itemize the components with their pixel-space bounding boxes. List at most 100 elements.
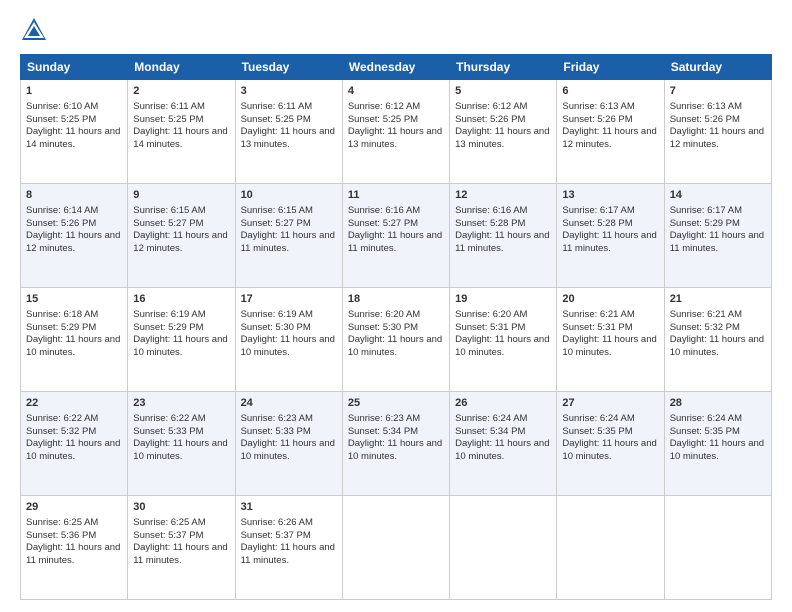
daylight-text: Daylight: 11 hours and 13 minutes. bbox=[241, 126, 337, 152]
day-number: 23 bbox=[133, 396, 229, 411]
day-cell: 4Sunrise: 6:12 AMSunset: 5:25 PMDaylight… bbox=[342, 80, 449, 184]
sunset-text: Sunset: 5:25 PM bbox=[133, 114, 229, 127]
day-number: 9 bbox=[133, 188, 229, 203]
day-cell: 3Sunrise: 6:11 AMSunset: 5:25 PMDaylight… bbox=[235, 80, 342, 184]
sunset-text: Sunset: 5:26 PM bbox=[26, 218, 122, 231]
sunset-text: Sunset: 5:25 PM bbox=[241, 114, 337, 127]
sunrise-text: Sunrise: 6:24 AM bbox=[562, 413, 658, 426]
day-cell: 27Sunrise: 6:24 AMSunset: 5:35 PMDayligh… bbox=[557, 392, 664, 496]
sunset-text: Sunset: 5:30 PM bbox=[241, 322, 337, 335]
logo-icon bbox=[20, 16, 48, 44]
header-cell-friday: Friday bbox=[557, 55, 664, 80]
sunrise-text: Sunrise: 6:12 AM bbox=[348, 101, 444, 114]
day-cell: 29Sunrise: 6:25 AMSunset: 5:36 PMDayligh… bbox=[21, 496, 128, 600]
day-cell: 14 Sunrise: 6:17 AMSunset: 5:29 PMDayligh… bbox=[664, 184, 771, 288]
daylight-text: Daylight: 11 hours and 11 minutes. bbox=[455, 230, 551, 256]
daylight-text: Daylight: 11 hours and 10 minutes. bbox=[241, 334, 337, 360]
day-number: 26 bbox=[455, 396, 551, 411]
sunrise-text: Sunrise: 6:25 AM bbox=[133, 517, 229, 530]
week-row: 1Sunrise: 6:10 AMSunset: 5:25 PMDaylight… bbox=[21, 80, 772, 184]
daylight-text: Daylight: 11 hours and 10 minutes. bbox=[562, 334, 658, 360]
sunset-text: Sunset: 5:32 PM bbox=[26, 426, 122, 439]
sunrise-text: Sunrise: 6:17 AM bbox=[670, 205, 766, 218]
day-cell bbox=[664, 496, 771, 600]
sunset-text: Sunset: 5:27 PM bbox=[348, 218, 444, 231]
day-number: 22 bbox=[26, 396, 122, 411]
sunset-text: Sunset: 5:33 PM bbox=[241, 426, 337, 439]
day-cell: 30Sunrise: 6:25 AMSunset: 5:37 PMDayligh… bbox=[128, 496, 235, 600]
sunset-text: Sunset: 5:29 PM bbox=[670, 218, 766, 231]
sunset-text: Sunset: 5:32 PM bbox=[670, 322, 766, 335]
header-cell-thursday: Thursday bbox=[450, 55, 557, 80]
sunrise-text: Sunrise: 6:13 AM bbox=[670, 101, 766, 114]
header-cell-sunday: Sunday bbox=[21, 55, 128, 80]
day-number: 18 bbox=[348, 292, 444, 307]
sunset-text: Sunset: 5:27 PM bbox=[133, 218, 229, 231]
sunset-text: Sunset: 5:30 PM bbox=[348, 322, 444, 335]
day-number: 2 bbox=[133, 84, 229, 99]
day-cell: 25Sunrise: 6:23 AMSunset: 5:34 PMDayligh… bbox=[342, 392, 449, 496]
daylight-text: Daylight: 11 hours and 14 minutes. bbox=[26, 126, 122, 152]
daylight-text: Daylight: 11 hours and 14 minutes. bbox=[133, 126, 229, 152]
day-number: 8 bbox=[26, 188, 122, 203]
day-cell: 21Sunrise: 6:21 AMSunset: 5:32 PMDayligh… bbox=[664, 288, 771, 392]
day-number: 17 bbox=[241, 292, 337, 307]
day-number: 1 bbox=[26, 84, 122, 99]
day-cell: 1Sunrise: 6:10 AMSunset: 5:25 PMDaylight… bbox=[21, 80, 128, 184]
day-number: 5 bbox=[455, 84, 551, 99]
sunrise-text: Sunrise: 6:20 AM bbox=[455, 309, 551, 322]
sunset-text: Sunset: 5:29 PM bbox=[133, 322, 229, 335]
daylight-text: Daylight: 11 hours and 12 minutes. bbox=[562, 126, 658, 152]
header-cell-tuesday: Tuesday bbox=[235, 55, 342, 80]
sunrise-text: Sunrise: 6:22 AM bbox=[26, 413, 122, 426]
day-cell: 18Sunrise: 6:20 AMSunset: 5:30 PMDayligh… bbox=[342, 288, 449, 392]
day-number: 30 bbox=[133, 500, 229, 515]
logo bbox=[20, 16, 54, 44]
daylight-text: Daylight: 11 hours and 11 minutes. bbox=[241, 542, 337, 568]
sunrise-text: Sunrise: 6:15 AM bbox=[241, 205, 337, 218]
day-cell: 9Sunrise: 6:15 AMSunset: 5:27 PMDaylight… bbox=[128, 184, 235, 288]
daylight-text: Daylight: 11 hours and 10 minutes. bbox=[133, 438, 229, 464]
day-number: 20 bbox=[562, 292, 658, 307]
sunrise-text: Sunrise: 6:19 AM bbox=[241, 309, 337, 322]
day-number: 6 bbox=[562, 84, 658, 99]
top-section bbox=[20, 16, 772, 44]
sunrise-text: Sunrise: 6:20 AM bbox=[348, 309, 444, 322]
daylight-text: Daylight: 11 hours and 10 minutes. bbox=[455, 438, 551, 464]
sunset-text: Sunset: 5:37 PM bbox=[241, 530, 337, 543]
daylight-text: Daylight: 11 hours and 11 minutes. bbox=[348, 230, 444, 256]
day-cell: 26Sunrise: 6:24 AMSunset: 5:34 PMDayligh… bbox=[450, 392, 557, 496]
daylight-text: Daylight: 11 hours and 11 minutes. bbox=[670, 230, 766, 256]
day-cell bbox=[342, 496, 449, 600]
sunrise-text: Sunrise: 6:11 AM bbox=[241, 101, 337, 114]
day-cell: 19Sunrise: 6:20 AMSunset: 5:31 PMDayligh… bbox=[450, 288, 557, 392]
day-cell: 15Sunrise: 6:18 AMSunset: 5:29 PMDayligh… bbox=[21, 288, 128, 392]
day-number: 13 bbox=[562, 188, 658, 203]
day-cell bbox=[557, 496, 664, 600]
week-row: 29Sunrise: 6:25 AMSunset: 5:36 PMDayligh… bbox=[21, 496, 772, 600]
day-cell: 5Sunrise: 6:12 AMSunset: 5:26 PMDaylight… bbox=[450, 80, 557, 184]
sunrise-text: Sunrise: 6:13 AM bbox=[562, 101, 658, 114]
day-number: 15 bbox=[26, 292, 122, 307]
sunset-text: Sunset: 5:27 PM bbox=[241, 218, 337, 231]
daylight-text: Daylight: 11 hours and 10 minutes. bbox=[670, 438, 766, 464]
sunset-text: Sunset: 5:37 PM bbox=[133, 530, 229, 543]
daylight-text: Daylight: 11 hours and 10 minutes. bbox=[26, 438, 122, 464]
day-cell: 24Sunrise: 6:23 AMSunset: 5:33 PMDayligh… bbox=[235, 392, 342, 496]
day-number: 28 bbox=[670, 396, 766, 411]
daylight-text: Daylight: 11 hours and 10 minutes. bbox=[348, 438, 444, 464]
daylight-text: Daylight: 11 hours and 10 minutes. bbox=[562, 438, 658, 464]
sunset-text: Sunset: 5:26 PM bbox=[670, 114, 766, 127]
day-number: 21 bbox=[670, 292, 766, 307]
sunset-text: Sunset: 5:26 PM bbox=[455, 114, 551, 127]
daylight-text: Daylight: 11 hours and 11 minutes. bbox=[562, 230, 658, 256]
day-cell: 22 Sunrise: 6:22 AMSunset: 5:32 PMDayligh… bbox=[21, 392, 128, 496]
sunrise-text: Sunrise: 6:21 AM bbox=[670, 309, 766, 322]
day-number: 25 bbox=[348, 396, 444, 411]
day-cell: 28Sunrise: 6:24 AMSunset: 5:35 PMDayligh… bbox=[664, 392, 771, 496]
sunset-text: Sunset: 5:29 PM bbox=[26, 322, 122, 335]
daylight-text: Daylight: 11 hours and 10 minutes. bbox=[26, 334, 122, 360]
sunrise-text: Sunrise: 6:24 AM bbox=[455, 413, 551, 426]
day-number: 14 bbox=[670, 188, 766, 203]
sunset-text: Sunset: 5:31 PM bbox=[455, 322, 551, 335]
